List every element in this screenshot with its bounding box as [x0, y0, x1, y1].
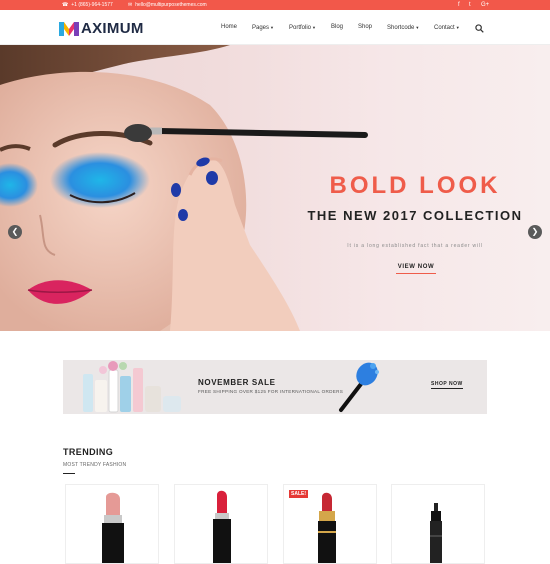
product-card[interactable]: SALE! [283, 484, 377, 564]
envelope-icon: ✉ [128, 2, 133, 8]
trending-subtitle: MOST TRENDY FASHION [63, 462, 127, 468]
site-header: AXIMUM Home Pages▼ Portfolio▼ Blog Shop … [0, 10, 550, 45]
hero-title: BOLD LOOK [329, 172, 501, 199]
nav-item-contact[interactable]: Contact▼ [434, 10, 460, 45]
section-divider [63, 473, 75, 474]
phone-number: +1 (865)-964-1577 [71, 2, 113, 8]
promo-banner[interactable]: NOVEMBER SALE FREE SHIPPING OVER $125 FO… [63, 360, 487, 414]
product-card[interactable] [65, 484, 159, 564]
phone-contact[interactable]: ☎ +1 (865)-964-1577 [62, 0, 113, 10]
logo-text: AXIMUM [81, 19, 144, 37]
slider-next-button[interactable]: ❯ [528, 225, 542, 239]
product-card[interactable] [391, 484, 485, 564]
email-contact[interactable]: ✉ hello@multipurposethemes.com [128, 0, 207, 10]
logo-mark-icon [59, 22, 79, 36]
nav-item-portfolio[interactable]: Portfolio▼ [289, 10, 316, 45]
mascara-image [430, 503, 442, 563]
nav-item-home[interactable]: Home [221, 10, 237, 45]
banner-title: NOVEMBER SALE [198, 378, 276, 387]
nav-item-pages[interactable]: Pages▼ [252, 10, 274, 45]
nav-label: Contact [434, 25, 455, 31]
view-now-button[interactable]: VIEW NOW [396, 262, 436, 274]
makeup-brush-image [339, 362, 379, 412]
nav-item-blog[interactable]: Blog [331, 10, 343, 45]
nav-label: Home [221, 24, 238, 30]
twitter-icon[interactable]: t [469, 0, 471, 10]
caret-down-icon: ▼ [270, 25, 274, 30]
slider-prev-button[interactable]: ❮ [8, 225, 22, 239]
nav-item-shortcode[interactable]: Shortcode▼ [387, 10, 419, 45]
shop-now-button[interactable]: SHOP NOW [431, 381, 463, 389]
product-card[interactable] [174, 484, 268, 564]
hero-description: It is a long established fact that a rea… [347, 243, 483, 249]
banner-subtitle: FREE SHIPPING OVER $125 FOR INTERNATIONA… [198, 389, 344, 394]
nav-label: Blog [331, 24, 344, 30]
top-bar: ☎ +1 (865)-964-1577 ✉ hello@multipurpose… [0, 0, 550, 10]
caret-down-icon: ▼ [455, 25, 460, 30]
nav-label: Shop [358, 24, 373, 30]
lipstick-image [102, 492, 124, 563]
facebook-icon[interactable]: f [458, 0, 460, 10]
chevron-right-icon: ❯ [531, 227, 539, 236]
phone-icon: ☎ [62, 2, 69, 8]
lipstick-image [213, 490, 231, 563]
nav-item-shop[interactable]: Shop [358, 10, 372, 45]
logo[interactable]: AXIMUM [58, 18, 144, 38]
cosmetics-products-image [83, 361, 181, 413]
sale-badge: SALE! [289, 490, 308, 498]
trending-title: TRENDING [63, 447, 114, 457]
nav-label: Pages [252, 25, 270, 31]
caret-down-icon: ▼ [312, 25, 316, 30]
nav-label: Portfolio [289, 25, 312, 31]
caret-down-icon: ▼ [415, 25, 420, 30]
chevron-left-icon: ❮ [11, 227, 19, 236]
hero-subtitle: THE NEW 2017 COLLECTION [307, 208, 523, 223]
search-icon[interactable] [475, 24, 484, 33]
nav-label: Shortcode [387, 25, 415, 31]
google-plus-icon[interactable]: G+ [481, 0, 489, 10]
email-address: hello@multipurposethemes.com [135, 2, 207, 8]
